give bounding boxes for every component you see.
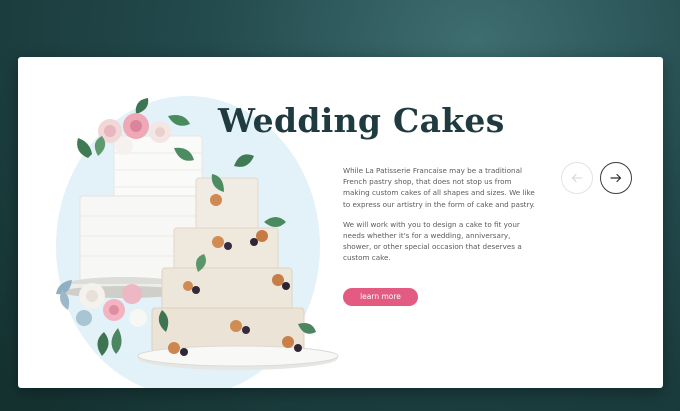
carousel-next-button[interactable]: [600, 162, 632, 194]
description-paragraph-2: We will work with you to design a cake t…: [343, 219, 522, 263]
carousel-prev-button[interactable]: [561, 162, 593, 194]
description: While La Patisserie Francaise may be a t…: [343, 165, 538, 273]
description-paragraph-1: While La Patisserie Francaise may be a t…: [343, 166, 535, 209]
arrow-left-icon: [571, 173, 583, 183]
learn-more-button[interactable]: learn more: [343, 288, 418, 306]
arrow-right-icon: [610, 173, 622, 183]
page-title: Wedding Cakes: [218, 101, 505, 140]
hero-card: Wedding Cakes While La Patisserie Franca…: [18, 57, 663, 388]
